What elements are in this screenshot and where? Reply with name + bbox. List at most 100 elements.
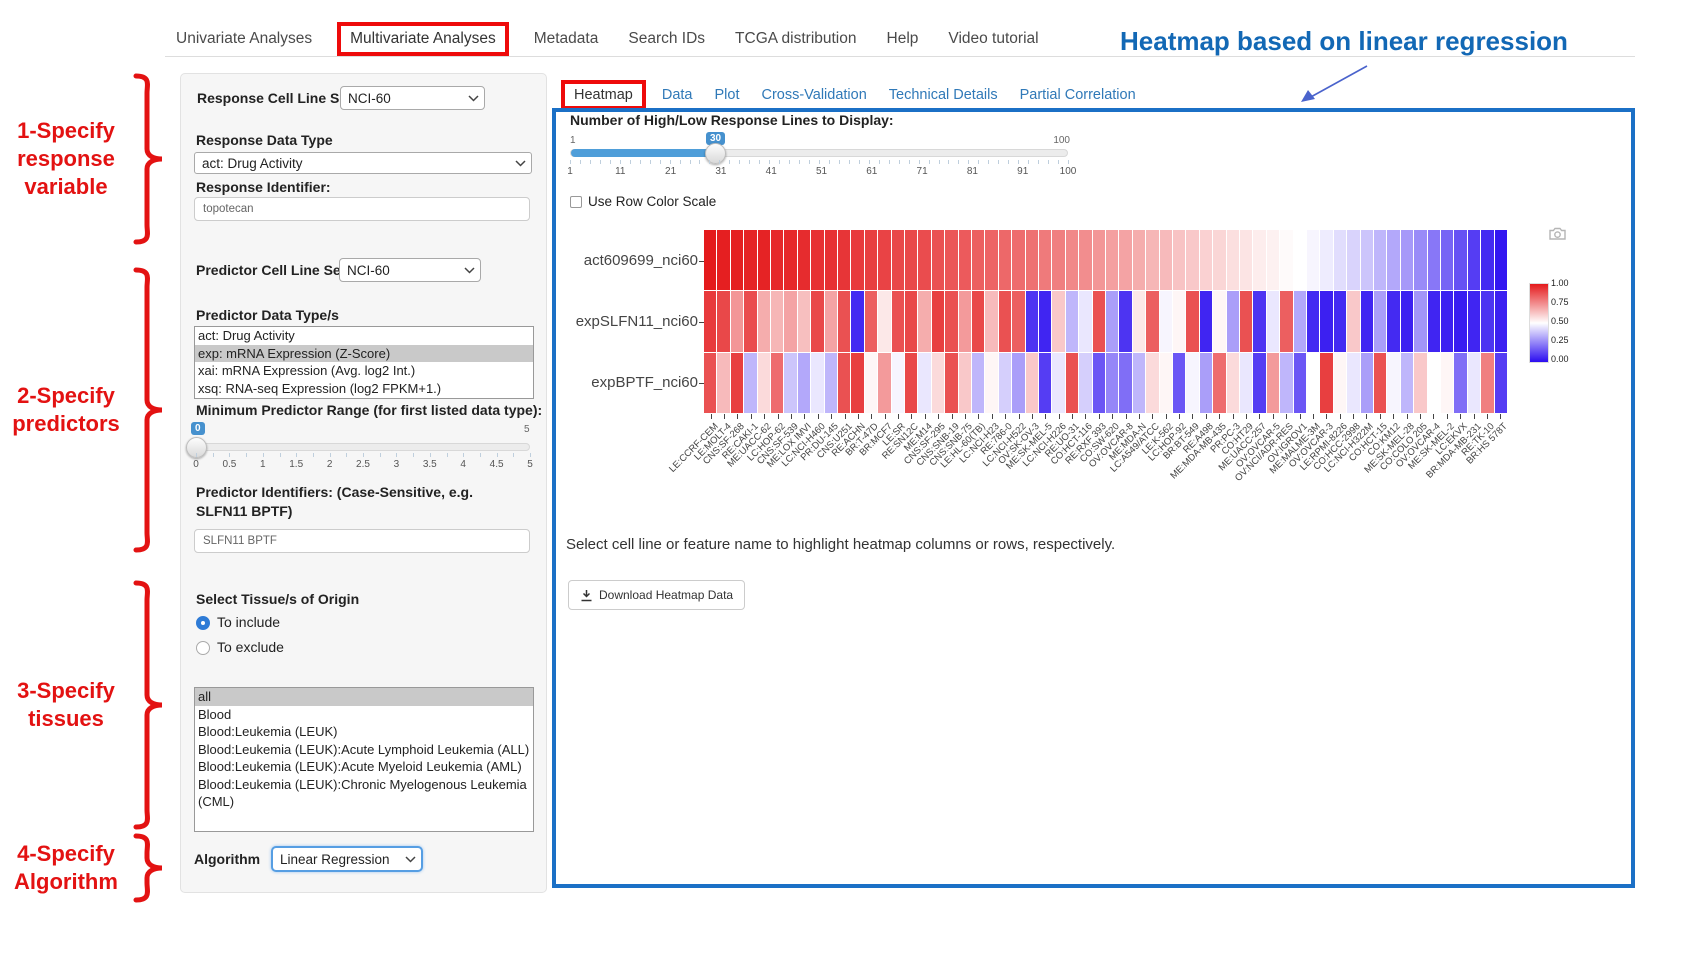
- heatmap-cell[interactable]: [905, 291, 917, 351]
- heatmap-cell[interactable]: [1026, 230, 1038, 290]
- heatmap-cell[interactable]: [731, 353, 743, 413]
- heatmap-cell[interactable]: [784, 291, 796, 351]
- heatmap-cell[interactable]: [838, 353, 850, 413]
- heatmap-cell[interactable]: [985, 230, 997, 290]
- heatmap-cell[interactable]: [1200, 353, 1212, 413]
- tab-data[interactable]: Data: [662, 87, 693, 103]
- heatmap-cell[interactable]: [999, 230, 1011, 290]
- heatmap-cell[interactable]: [1240, 353, 1252, 413]
- heatmap-cell[interactable]: [1401, 291, 1413, 351]
- heatmap-cell[interactable]: [945, 291, 957, 351]
- heatmap-cell[interactable]: [1240, 291, 1252, 351]
- heatmap-cell[interactable]: [1039, 291, 1051, 351]
- heatmap-cell[interactable]: [838, 230, 850, 290]
- response-identifier-input[interactable]: [194, 197, 530, 221]
- heatmap-cell[interactable]: [1106, 230, 1118, 290]
- heatmap-cell[interactable]: [1012, 230, 1024, 290]
- heatmap-cell[interactable]: [811, 353, 823, 413]
- tissue-exclude-radio[interactable]: [196, 641, 210, 655]
- heatmap-cell[interactable]: [1441, 291, 1453, 351]
- heatmap-cell[interactable]: [932, 353, 944, 413]
- heatmap-cell[interactable]: [959, 230, 971, 290]
- heatmap-cell[interactable]: [1227, 291, 1239, 351]
- heatmap-cell[interactable]: [865, 353, 877, 413]
- heatmap-cell[interactable]: [1173, 353, 1185, 413]
- nav-item-univariate-analyses[interactable]: Univariate Analyses: [176, 30, 312, 48]
- heatmap-cell[interactable]: [1361, 291, 1373, 351]
- heatmap-cell[interactable]: [985, 353, 997, 413]
- heatmap-cell[interactable]: [811, 230, 823, 290]
- heatmap-row-label-act609699-nci60[interactable]: act609699_nci60: [518, 252, 698, 269]
- heatmap-cell[interactable]: [1106, 291, 1118, 351]
- heatmap-cell[interactable]: [784, 230, 796, 290]
- camera-icon[interactable]: [1548, 226, 1567, 241]
- heatmap-cell[interactable]: [758, 291, 770, 351]
- heatmap-cell[interactable]: [1133, 291, 1145, 351]
- heatmap-cell[interactable]: [851, 353, 863, 413]
- tissue-option-blood-leukemia-leuk-acute-myeloid-leukem[interactable]: Blood:Leukemia (LEUK):Acute Myeloid Leuk…: [195, 758, 533, 776]
- heatmap-cell[interactable]: [1280, 353, 1292, 413]
- heatmap-cell[interactable]: [972, 230, 984, 290]
- row-color-scale-checkbox[interactable]: [570, 196, 582, 208]
- heatmap-cell[interactable]: [1160, 230, 1172, 290]
- heatmap-cell[interactable]: [1039, 230, 1051, 290]
- heatmap-cell[interactable]: [704, 230, 716, 290]
- heatmap-cell[interactable]: [918, 353, 930, 413]
- heatmap-cell[interactable]: [1428, 353, 1440, 413]
- heatmap-cell[interactable]: [1106, 353, 1118, 413]
- heatmap-cell[interactable]: [1495, 291, 1507, 351]
- heatmap-cell[interactable]: [1093, 291, 1105, 351]
- heatmap-cell[interactable]: [1361, 353, 1373, 413]
- heatmap-cell[interactable]: [1334, 291, 1346, 351]
- heatmap-cell[interactable]: [972, 353, 984, 413]
- heatmap-cell[interactable]: [1387, 353, 1399, 413]
- heatmap-cell[interactable]: [771, 291, 783, 351]
- heatmap-cell[interactable]: [1280, 230, 1292, 290]
- heatmap-cell[interactable]: [1026, 291, 1038, 351]
- min-range-slider-track[interactable]: [196, 443, 530, 451]
- heatmap-cell[interactable]: [892, 230, 904, 290]
- heatmap-cell[interactable]: [1414, 353, 1426, 413]
- response-set-select[interactable]: NCI-60: [340, 86, 485, 110]
- heatmap-cell[interactable]: [811, 291, 823, 351]
- heatmap-cell[interactable]: [1039, 353, 1051, 413]
- heatmap-cell[interactable]: [1307, 230, 1319, 290]
- heatmap-cell[interactable]: [1294, 291, 1306, 351]
- nav-item-help[interactable]: Help: [887, 30, 919, 48]
- heatmap-cell[interactable]: [838, 291, 850, 351]
- response-type-select[interactable]: act: Drug Activity: [194, 152, 532, 174]
- download-heatmap-button[interactable]: Download Heatmap Data: [568, 580, 745, 610]
- heatmap-cell[interactable]: [1307, 353, 1319, 413]
- heatmap-cell[interactable]: [892, 291, 904, 351]
- heatmap-cell[interactable]: [1347, 353, 1359, 413]
- heatmap-cell[interactable]: [1066, 291, 1078, 351]
- heatmap-cell[interactable]: [744, 291, 756, 351]
- heatmap-cell[interactable]: [1334, 353, 1346, 413]
- heatmap-cell[interactable]: [1052, 353, 1064, 413]
- heatmap-cell[interactable]: [1414, 230, 1426, 290]
- heatmap-cell[interactable]: [1066, 230, 1078, 290]
- heatmap-cell[interactable]: [1374, 291, 1386, 351]
- heatmap-cell[interactable]: [1401, 230, 1413, 290]
- heatmap-cell[interactable]: [1186, 291, 1198, 351]
- nav-item-search-ids[interactable]: Search IDs: [628, 30, 705, 48]
- tissue-option-blood-leukemia-leuk[interactable]: Blood:Leukemia (LEUK): [195, 723, 533, 741]
- heatmap-cell[interactable]: [1428, 230, 1440, 290]
- heatmap-cell[interactable]: [771, 353, 783, 413]
- heatmap-cell[interactable]: [1347, 230, 1359, 290]
- heatmap-cell[interactable]: [1454, 291, 1466, 351]
- heatmap-cell[interactable]: [704, 353, 716, 413]
- nav-item-multivariate-analyses[interactable]: Multivariate Analyses: [337, 22, 509, 56]
- heatmap-cell[interactable]: [1119, 353, 1131, 413]
- tab-plot[interactable]: Plot: [714, 87, 739, 103]
- tissue-option-all[interactable]: all: [195, 688, 533, 706]
- heatmap-cell[interactable]: [717, 230, 729, 290]
- heatmap-cell[interactable]: [905, 230, 917, 290]
- heatmap-cell[interactable]: [798, 230, 810, 290]
- heatmap-cell[interactable]: [758, 230, 770, 290]
- heatmap-cell[interactable]: [1320, 230, 1332, 290]
- heatmap-cell[interactable]: [892, 353, 904, 413]
- heatmap-cell[interactable]: [1173, 230, 1185, 290]
- heatmap-cell[interactable]: [1468, 291, 1480, 351]
- heatmap-cell[interactable]: [851, 291, 863, 351]
